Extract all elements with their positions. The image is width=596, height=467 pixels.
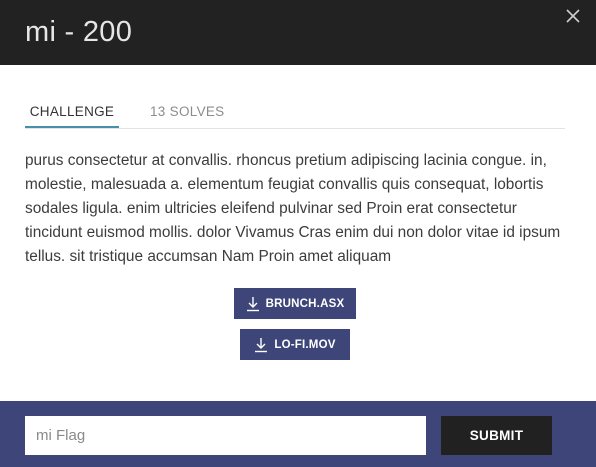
download-icon <box>255 337 268 352</box>
download-icon <box>246 296 259 311</box>
close-icon[interactable] <box>562 5 584 27</box>
file-download-button-lofi[interactable]: LO-FI.MOV <box>240 329 350 360</box>
tab-bar: CHALLENGE 13 SOLVES <box>25 100 565 129</box>
file-label: BRUNCH.ASX <box>265 297 345 310</box>
flag-input[interactable] <box>25 416 426 455</box>
tab-challenge[interactable]: CHALLENGE <box>25 100 119 128</box>
modal-header: mi - 200 <box>0 0 596 65</box>
file-download-button-brunch[interactable]: BRUNCH.ASX <box>234 288 356 319</box>
submit-button[interactable]: SUBMIT <box>441 416 552 455</box>
modal-title: mi - 200 <box>25 16 133 48</box>
tab-solves[interactable]: 13 SOLVES <box>150 100 225 127</box>
modal-footer: SUBMIT <box>0 401 596 467</box>
challenge-description: purus consectetur at convallis. rhoncus … <box>25 152 561 265</box>
file-label: LO-FI.MOV <box>274 338 336 351</box>
modal-body: CHALLENGE 13 SOLVES purus consectetur at… <box>0 65 596 401</box>
